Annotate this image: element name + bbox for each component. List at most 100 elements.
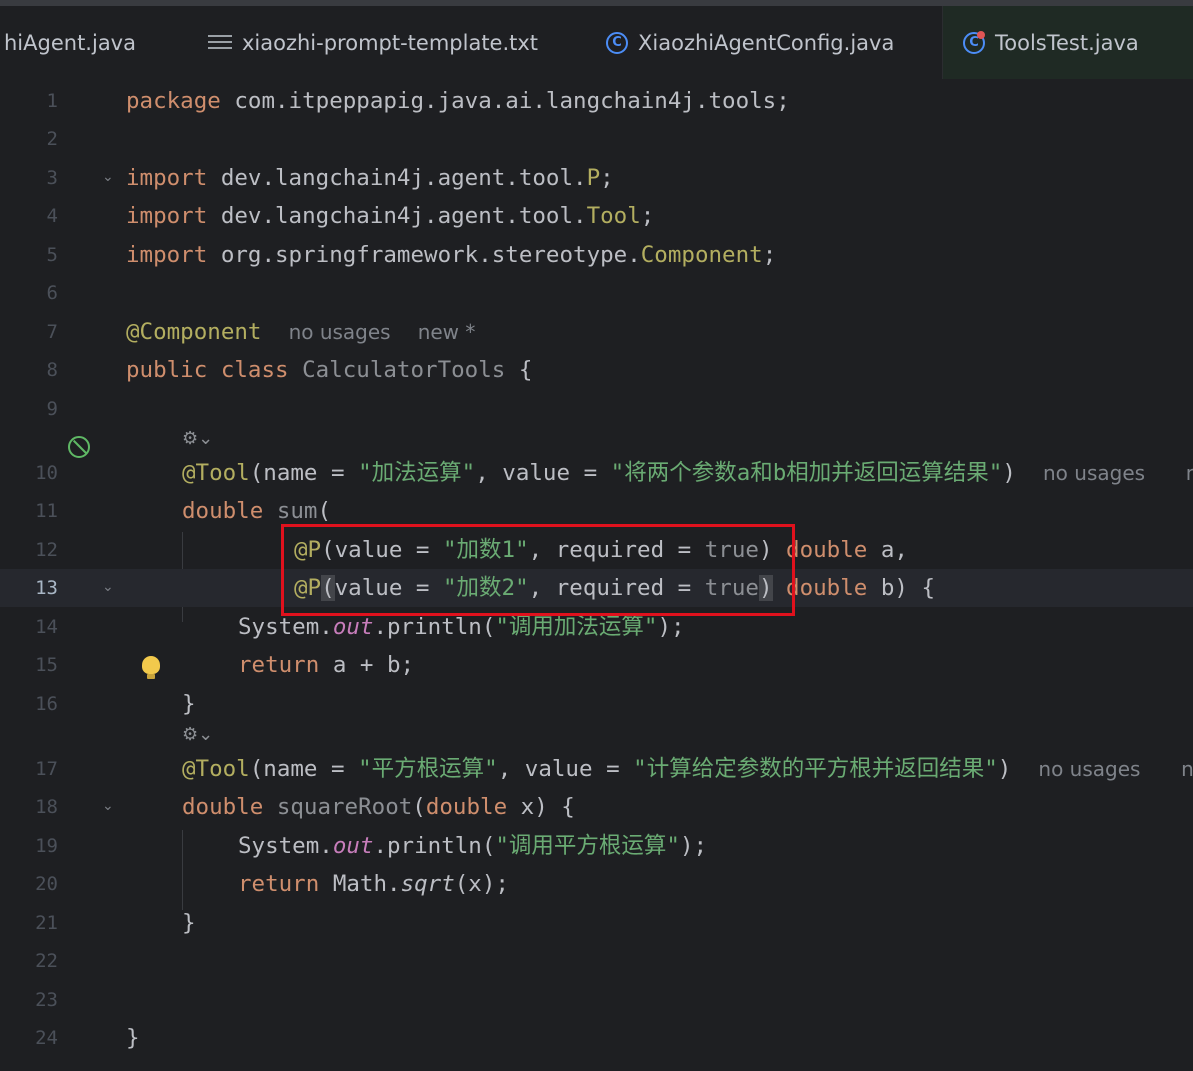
import-class: Tool	[586, 203, 641, 229]
import-class: P	[586, 165, 601, 191]
ai-tool-icon[interactable]: ⚙⌄	[182, 724, 213, 745]
code-text: a + b;	[319, 652, 415, 678]
tab-label: ToolsTest.java	[995, 30, 1139, 55]
line-number: 17	[35, 758, 58, 780]
semicolon: ;	[762, 242, 777, 268]
line-number: 12	[35, 539, 58, 561]
code-line: 16 }	[0, 685, 1193, 723]
annotation: @Tool	[182, 460, 250, 486]
code-text: System.	[238, 833, 333, 859]
tab-xiaozhi-prompt-template[interactable]: xiaozhi-prompt-template.txt	[208, 6, 538, 79]
paren: (	[412, 794, 426, 820]
paren: (	[317, 498, 332, 524]
line-number: 1	[46, 90, 58, 112]
usages-hint[interactable]: no usages	[289, 320, 391, 344]
code-line: 6	[0, 274, 1193, 312]
author-hint[interactable]: new *	[418, 320, 476, 344]
code-line: 7 @Component no usages new *	[0, 313, 1193, 351]
line-number: 10	[35, 462, 58, 484]
tab-xiaozhi-agent-config[interactable]: C XiaozhiAgentConfig.java	[606, 6, 894, 79]
method-name: squareRoot	[263, 794, 413, 820]
usages-hint[interactable]: no usages	[1043, 461, 1145, 485]
code-line: 22	[0, 942, 1193, 980]
code-text: .println(	[373, 833, 496, 859]
class-name: CalculatorTools	[288, 357, 506, 383]
keyword: import	[126, 242, 208, 268]
line-number: 4	[46, 205, 58, 227]
line-number: 13	[35, 577, 58, 599]
line-number: 3	[46, 167, 58, 189]
parameter: b) {	[867, 575, 936, 601]
string-literal: "调用平方根运算"	[495, 833, 680, 859]
tab-tools-test[interactable]: C ToolsTest.java	[942, 6, 1193, 79]
string-literal: "计算给定参数的平方根并返回结果"	[633, 756, 998, 782]
code-line: 20 return Math.sqrt(x);	[0, 865, 1193, 903]
code-text: )	[1002, 460, 1016, 486]
import-path: dev.langchain4j.agent.tool.	[207, 203, 587, 229]
code-line: 19 System.out.println("调用平方根运算");	[0, 827, 1193, 865]
string-literal: "将两个参数a和b相加并返回运算结果"	[610, 460, 1003, 486]
line-number: 24	[35, 1027, 58, 1049]
import-class: Component	[640, 242, 763, 268]
semicolon: ;	[600, 165, 614, 191]
keyword: double	[182, 794, 264, 820]
static-field: out	[332, 614, 374, 640]
string-literal: "调用加法运算"	[495, 614, 658, 640]
code-line: 3 ⌄ import dev.langchain4j.agent.tool.P;	[0, 159, 1193, 197]
line-number: 7	[46, 321, 58, 343]
code-line: 4 import dev.langchain4j.agent.tool.Tool…	[0, 197, 1193, 235]
keyword: double	[425, 794, 508, 820]
brace: }	[182, 691, 196, 717]
static-method: sqrt	[400, 871, 455, 897]
static-field: out	[332, 833, 374, 859]
method-name: sum	[263, 498, 318, 524]
code-text: x) {	[507, 794, 575, 820]
code-line: 24 }	[0, 1019, 1193, 1057]
line-number: 18	[35, 796, 58, 818]
code-line: 2	[0, 120, 1193, 158]
keyword: package	[126, 88, 221, 114]
parameter: a,	[867, 537, 908, 563]
code-text: System.	[238, 614, 333, 640]
chevron-down-icon[interactable]: ⌄	[102, 799, 114, 813]
line-number: 16	[35, 693, 58, 715]
code-text: (name =	[249, 460, 359, 486]
author-hint[interactable]: new	[1186, 461, 1193, 485]
line-number: 9	[46, 398, 58, 420]
keyword: return	[238, 871, 320, 897]
keyword: public class	[126, 357, 289, 383]
chevron-down-icon[interactable]: ⌄	[102, 580, 114, 594]
code-line: 23	[0, 981, 1193, 1019]
ai-tool-icon[interactable]: ⚙⌄	[182, 428, 213, 449]
annotation: @Tool	[182, 756, 250, 782]
semicolon: ;	[640, 203, 655, 229]
line-number: 22	[35, 950, 58, 972]
keyword: double	[182, 498, 264, 524]
line-number: 11	[35, 500, 58, 522]
line-number: 14	[35, 616, 58, 638]
code-text: )	[997, 756, 1012, 782]
code-line: 17 @Tool(name = "平方根运算", value = "计算给定参数…	[0, 750, 1193, 788]
string-literal: "平方根运算"	[358, 756, 498, 782]
code-line: 18 ⌄ double squareRoot(double x) {	[0, 788, 1193, 826]
keyword: import	[126, 165, 208, 191]
test-class-icon: C	[963, 30, 985, 54]
line-number: 19	[35, 835, 58, 857]
line-number: 6	[46, 282, 58, 304]
tab-label: XiaozhiAgentConfig.java	[638, 30, 895, 55]
chevron-down-icon[interactable]: ⌄	[102, 170, 114, 184]
import-path: org.springframework.stereotype.	[207, 242, 641, 268]
usages-hint[interactable]: no usages	[1038, 757, 1140, 781]
tab-label: hiAgent.java	[4, 30, 136, 55]
author-hint[interactable]: new	[1181, 757, 1193, 781]
line-number: 20	[35, 873, 58, 895]
code-text: , value =	[475, 460, 611, 486]
line-number: 5	[46, 244, 58, 266]
editor-tab-bar: hiAgent.java xiaozhi-prompt-template.txt…	[0, 0, 1193, 81]
line-number: 2	[46, 128, 58, 150]
tab-hi-agent[interactable]: hiAgent.java	[4, 6, 136, 79]
code-text: , value =	[497, 756, 634, 782]
code-line: 1 package com.itpeppapig.java.ai.langcha…	[0, 82, 1193, 120]
brace: }	[182, 910, 196, 936]
package-name: com.itpeppapig.java.ai.langchain4j.tools…	[220, 88, 790, 114]
